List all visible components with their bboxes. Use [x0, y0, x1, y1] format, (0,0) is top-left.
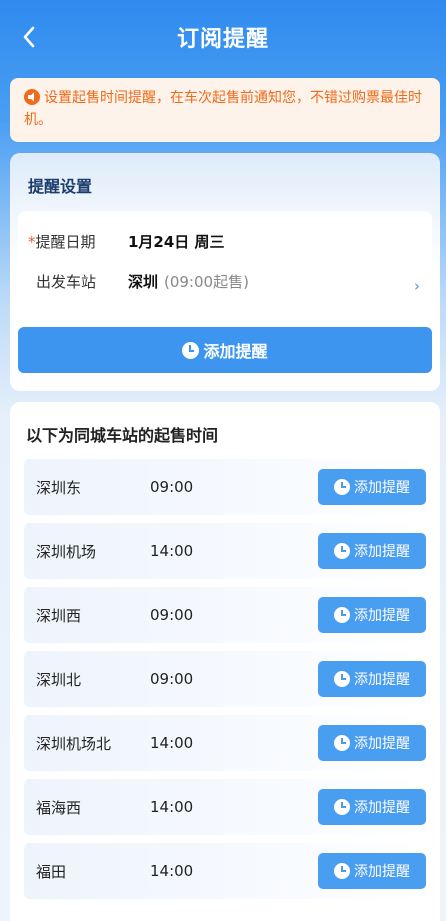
required-mark: *	[28, 232, 36, 251]
page-title: 订阅提醒	[176, 27, 269, 52]
alarm-clock-icon	[334, 799, 350, 815]
date-label: *提醒日期	[28, 232, 96, 251]
station-name: 深圳机场	[36, 542, 97, 561]
station-value: 深圳	[128, 272, 159, 291]
add-reminder-button[interactable]: 添加提醒	[318, 853, 426, 889]
add-reminder-button[interactable]: 添加提醒	[318, 789, 426, 825]
chevron-left-icon	[23, 26, 35, 48]
chevron-right-icon[interactable]: ›	[414, 277, 420, 295]
alarm-clock-icon	[334, 863, 350, 879]
station-name: 深圳机场北	[36, 734, 112, 753]
station-name: 福海西	[36, 798, 82, 817]
station-name: 深圳西	[36, 606, 82, 625]
sale-time: 14:00	[150, 862, 194, 880]
sale-time: 14:00	[150, 542, 194, 560]
station-name: 深圳东	[36, 478, 82, 497]
sale-time: 14:00	[150, 798, 194, 816]
add-reminder-button[interactable]: 添加提醒	[18, 327, 432, 373]
sale-time: 09:00	[150, 478, 194, 496]
station-row: 深圳西 09:00 添加提醒	[24, 587, 426, 643]
reminder-date-row[interactable]: *提醒日期 1月24日 周三	[28, 229, 225, 253]
alarm-clock-icon	[334, 671, 350, 687]
top-bar: 订阅提醒	[0, 0, 446, 74]
station-name: 福田	[36, 862, 67, 881]
speaker-icon	[24, 89, 40, 105]
stations-list: 深圳东 09:00 添加提醒 深圳机场 14:00 添加提醒 深圳西 09:00 添加提醒 深圳北…	[24, 459, 426, 907]
settings-title: 提醒设置	[28, 177, 93, 196]
nearby-stations-card: 以下为同城车站的起售时间 深圳东 09:00 添加提醒 深圳机场 14:00 添加提醒 深圳…	[10, 402, 440, 921]
settings-form: *提醒日期 1月24日 周三 出发车站 深圳 (09:00起售) ›	[18, 211, 432, 315]
station-row: 深圳东 09:00 添加提醒	[24, 459, 426, 515]
alarm-clock-icon	[334, 607, 350, 623]
station-row: 福海西 14:00 添加提醒	[24, 779, 426, 835]
station-row: 深圳机场 14:00 添加提醒	[24, 523, 426, 579]
station-row: 福田 14:00 添加提醒	[24, 843, 426, 899]
sale-time: 09:00	[150, 606, 194, 624]
date-value: 1月24日 周三	[128, 232, 225, 251]
sale-time: 09:00	[150, 670, 194, 688]
departure-station-row[interactable]: 出发车站 深圳 (09:00起售)	[28, 269, 249, 293]
alarm-clock-icon	[334, 543, 350, 559]
notice-banner: 设置起售时间提醒，在车次起售前通知您，不错过购票最佳时机。	[10, 78, 440, 142]
reminder-settings-card: 提醒设置 *提醒日期 1月24日 周三 出发车站 深圳 (09:00起售) › …	[10, 153, 440, 391]
notice-text: 设置起售时间提醒，在车次起售前通知您，不错过购票最佳时机。	[24, 90, 422, 128]
station-row: 深圳北 09:00 添加提醒	[24, 651, 426, 707]
add-reminder-button[interactable]: 添加提醒	[318, 725, 426, 761]
station-label: 出发车站	[36, 272, 97, 291]
stations-list-title: 以下为同城车站的起售时间	[26, 426, 219, 445]
back-button[interactable]	[14, 22, 44, 52]
add-reminder-button[interactable]: 添加提醒	[318, 469, 426, 505]
alarm-clock-icon	[182, 341, 200, 359]
station-row: 深圳机场北 14:00 添加提醒	[24, 715, 426, 771]
station-name: 深圳北	[36, 670, 82, 689]
alarm-clock-icon	[334, 479, 350, 495]
alarm-clock-icon	[334, 735, 350, 751]
add-reminder-button[interactable]: 添加提醒	[318, 533, 426, 569]
station-sale-time: (09:00起售)	[164, 272, 249, 291]
add-reminder-button[interactable]: 添加提醒	[318, 597, 426, 633]
sale-time: 14:00	[150, 734, 194, 752]
add-reminder-button[interactable]: 添加提醒	[318, 661, 426, 697]
